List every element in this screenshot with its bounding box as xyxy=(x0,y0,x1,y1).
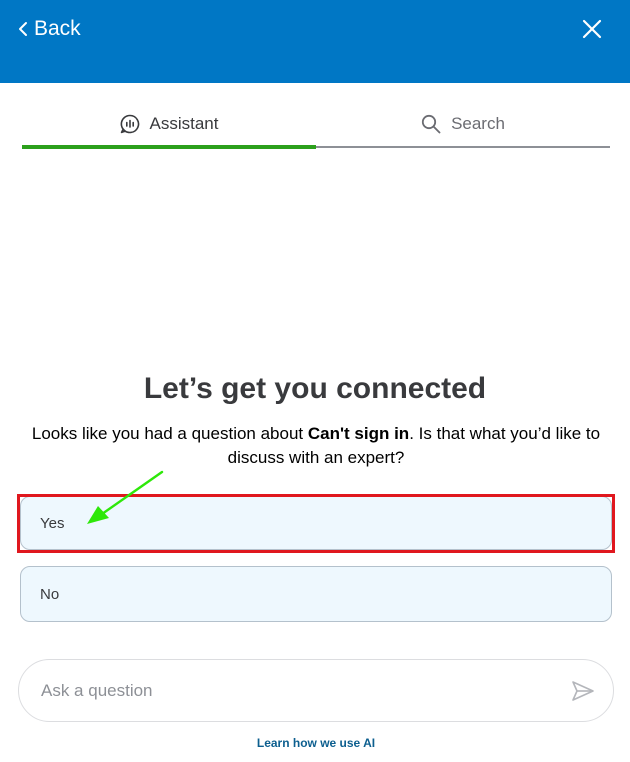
no-option-label: No xyxy=(40,585,60,603)
close-icon xyxy=(582,19,602,39)
back-button[interactable]: Back xyxy=(18,14,81,44)
chat-panel: Back Assistant Search Let’s get you conn… xyxy=(0,0,630,762)
send-button[interactable] xyxy=(571,680,595,702)
tab-assistant-label: Assistant xyxy=(149,114,219,133)
tab-bar: Assistant Search xyxy=(22,104,610,149)
search-icon xyxy=(421,114,441,134)
send-icon xyxy=(572,681,594,701)
tab-search-label: Search xyxy=(451,114,505,133)
close-button[interactable] xyxy=(580,17,604,41)
arrow-annotation-icon xyxy=(87,470,164,524)
tab-assistant[interactable]: Assistant xyxy=(22,104,316,149)
page-title: Let’s get you connected xyxy=(143,372,487,405)
no-option-button[interactable]: No xyxy=(20,566,612,622)
ask-question-input[interactable] xyxy=(41,678,541,704)
learn-how-we-use-ai-link[interactable]: Learn how we use AI xyxy=(0,736,630,750)
message-prefix: Looks like you had a question about xyxy=(31,424,308,443)
assistant-chat-icon xyxy=(120,114,140,134)
connect-message: Looks like you had a question about Can'… xyxy=(20,422,612,470)
ask-question-bar xyxy=(18,659,614,722)
tab-search[interactable]: Search xyxy=(316,104,610,149)
back-label: Back xyxy=(34,17,81,40)
message-topic: Can't sign in xyxy=(307,424,410,443)
chevron-left-icon xyxy=(19,22,27,36)
panel-header: Back xyxy=(0,0,630,83)
